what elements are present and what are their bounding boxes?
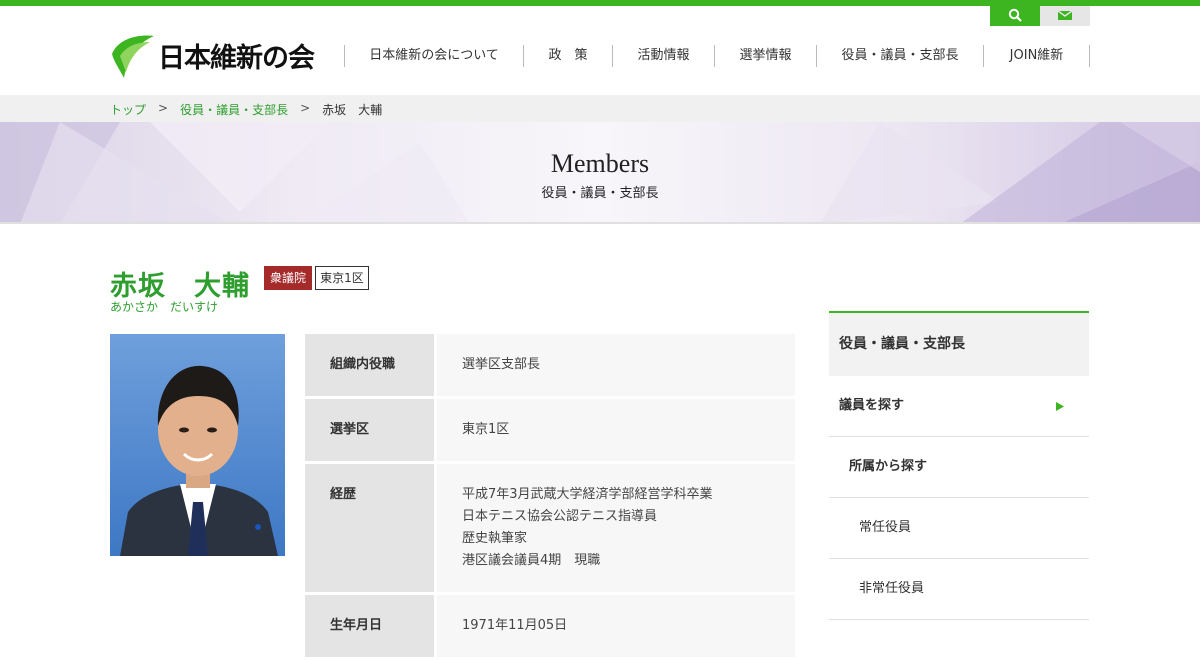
info-value: 平成7年3月武蔵大学経済学部経営学科卒業 日本テニス協会公認テニス指導員 歴史執… — [437, 464, 795, 592]
info-label: 経歴 — [305, 464, 434, 592]
sidebar-item-non-standing-officers[interactable]: 非常任役員 — [829, 559, 1089, 620]
search-button[interactable] — [990, 6, 1040, 26]
site-logo[interactable]: 日本維新の会 — [110, 32, 315, 80]
triangle-right-icon — [1056, 402, 1064, 411]
info-value: 東京1区 — [437, 399, 795, 461]
mail-button[interactable] — [1040, 6, 1090, 26]
district-badge: 東京1区 — [315, 266, 369, 290]
site-header: 日本維新の会 日本維新の会について 政 策 活動情報 選挙情報 役員・議員・支部… — [0, 6, 1200, 95]
sidebar-item-label: 議員を探す — [839, 398, 905, 413]
search-icon — [1008, 8, 1022, 22]
info-value-line: 選挙区支部長 — [462, 357, 541, 372]
info-value-line: 東京1区 — [462, 422, 510, 437]
breadcrumb: トップ > 役員・議員・支部長 > 赤坂 大輔 — [110, 101, 382, 118]
sidebar-title[interactable]: 役員・議員・支部長 — [829, 311, 1089, 376]
sidebar-item-label: 非常任役員 — [859, 581, 925, 596]
sidebar-nav: 役員・議員・支部長 議員を探す 所属から探す 常任役員 非常任役員 — [829, 311, 1089, 620]
nav-elections[interactable]: 選挙情報 — [714, 45, 816, 67]
nav-about[interactable]: 日本維新の会について — [344, 45, 523, 67]
info-value-line: 日本テニス協会公認テニス指導員 — [462, 509, 658, 524]
member-portrait-image — [110, 334, 285, 556]
breadcrumb-separator: > — [158, 101, 169, 115]
page-hero: Members 役員・議員・支部長 — [0, 122, 1200, 224]
info-value: 1971年11月05日 — [437, 595, 795, 657]
breadcrumb-separator: > — [300, 101, 311, 115]
info-row-district: 選挙区 東京1区 — [305, 399, 795, 461]
breadcrumb-bar: トップ > 役員・議員・支部長 > 赤坂 大輔 — [0, 95, 1200, 122]
nav-activities[interactable]: 活動情報 — [612, 45, 714, 67]
breadcrumb-current: 赤坂 大輔 — [322, 103, 383, 117]
breadcrumb-members-link[interactable]: 役員・議員・支部長 — [180, 101, 288, 118]
page-subtitle: 役員・議員・支部長 — [541, 186, 659, 201]
sidebar-item-standing-officers[interactable]: 常任役員 — [829, 498, 1089, 559]
info-label: 組織内役職 — [305, 334, 434, 396]
info-label: 生年月日 — [305, 595, 434, 657]
house-badge: 衆議院 — [264, 266, 312, 290]
breadcrumb-home-link[interactable]: トップ — [110, 101, 146, 118]
main-nav: 日本維新の会について 政 策 活動情報 選挙情報 役員・議員・支部長 JOIN維… — [344, 45, 1090, 67]
member-name-kana: あかさか だいすけ — [110, 300, 219, 314]
sidebar-item-by-affiliation[interactable]: 所属から探す — [829, 437, 1089, 498]
info-row-career: 経歴 平成7年3月武蔵大学経済学部経営学科卒業 日本テニス協会公認テニス指導員 … — [305, 464, 795, 592]
info-row-birthdate: 生年月日 1971年11月05日 — [305, 595, 795, 657]
sidebar-item-find-members[interactable]: 議員を探す — [829, 376, 1089, 437]
logo-text: 日本維新の会 — [158, 43, 315, 74]
info-value-line: 1971年11月05日 — [462, 618, 568, 633]
info-label: 選挙区 — [305, 399, 434, 461]
mail-icon — [1058, 10, 1072, 20]
member-info-table: 組織内役職 選挙区支部長 選挙区 東京1区 経歴 平成7年3月武蔵大学経済学部経… — [305, 334, 795, 660]
info-value-line: 平成7年3月武蔵大学経済学部経営学科卒業 — [462, 487, 713, 502]
sidebar-item-label: 常任役員 — [859, 520, 912, 535]
info-row-position: 組織内役職 選挙区支部長 — [305, 334, 795, 396]
info-value-line: 歴史執筆家 — [462, 531, 528, 546]
member-photo — [110, 334, 285, 556]
logo-swoosh-icon — [112, 35, 154, 78]
nav-members[interactable]: 役員・議員・支部長 — [816, 45, 983, 67]
nav-policy[interactable]: 政 策 — [523, 45, 612, 67]
sidebar-item-label: 所属から探す — [849, 459, 928, 474]
info-value-line: 港区議会議員4期 現職 — [462, 553, 601, 568]
nav-join[interactable]: JOIN維新 — [983, 45, 1089, 67]
info-value: 選挙区支部長 — [437, 334, 795, 396]
page-title: Members — [550, 149, 650, 178]
